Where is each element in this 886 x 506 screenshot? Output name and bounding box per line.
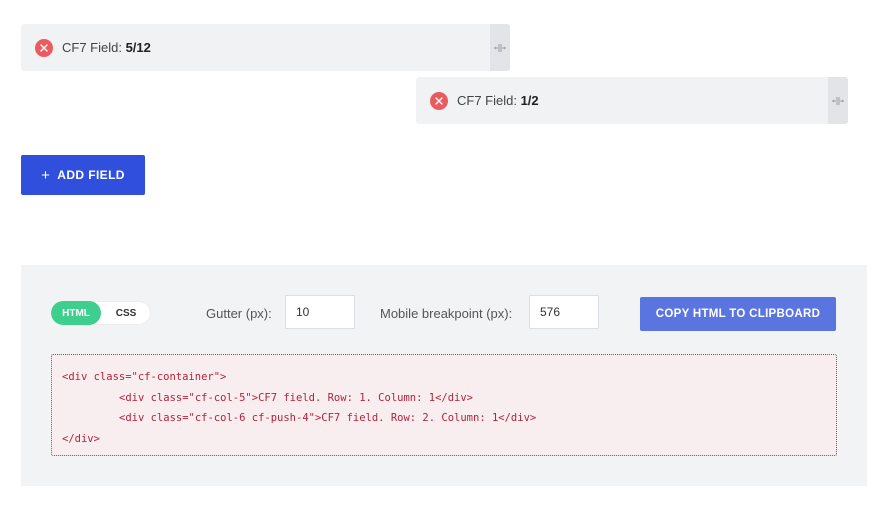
code-line: <div class="cf-col-6 cf-push-4">CF7 fiel… bbox=[119, 412, 537, 424]
remove-field-icon[interactable] bbox=[430, 91, 448, 110]
add-field-label: ADD FIELD bbox=[57, 168, 125, 182]
mobile-breakpoint-input[interactable] bbox=[529, 295, 599, 329]
resize-handle-icon[interactable] bbox=[828, 77, 848, 124]
format-toggle: HTML CSS bbox=[51, 301, 151, 325]
add-field-button[interactable]: + ADD FIELD bbox=[21, 155, 145, 195]
remove-field-icon[interactable] bbox=[35, 38, 53, 57]
resize-handle-icon[interactable] bbox=[490, 24, 510, 71]
field-row-1: CF7 Field: 5/12 bbox=[21, 24, 510, 71]
plus-icon: + bbox=[41, 166, 51, 184]
tab-html[interactable]: HTML bbox=[51, 301, 101, 325]
gutter-input[interactable] bbox=[285, 295, 355, 329]
code-line: <div class="cf-col-5">CF7 field. Row: 1.… bbox=[119, 391, 474, 404]
code-line: </div> bbox=[62, 432, 100, 445]
field-row-2: CF7 Field: 1/2 bbox=[416, 77, 848, 124]
code-line: <div class="cf-container"> bbox=[62, 371, 227, 383]
tab-css[interactable]: CSS bbox=[101, 301, 151, 325]
output-panel: HTML CSS Gutter (px): Mobile breakpoint … bbox=[21, 265, 867, 486]
gutter-label: Gutter (px): bbox=[206, 306, 272, 321]
field-label: CF7 Field: 5/12 bbox=[62, 40, 151, 55]
copy-html-button[interactable]: COPY HTML TO CLIPBOARD bbox=[640, 297, 836, 331]
mobile-breakpoint-label: Mobile breakpoint (px): bbox=[380, 306, 513, 321]
field-label: CF7 Field: 1/2 bbox=[457, 93, 539, 108]
code-output[interactable]: <div class="cf-container"> <div class="c… bbox=[51, 354, 837, 456]
